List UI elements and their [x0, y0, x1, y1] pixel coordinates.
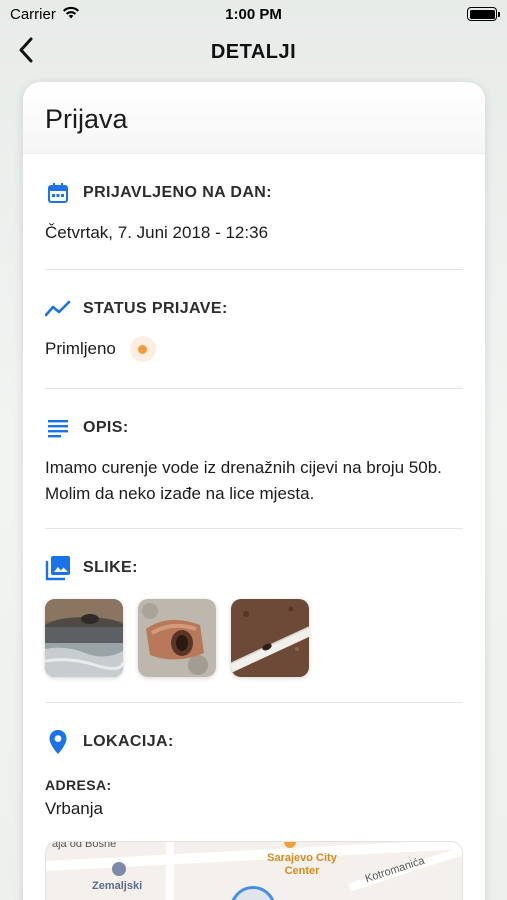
battery-icon [467, 7, 500, 21]
carrier-label: Carrier [10, 5, 56, 23]
description-section: OPIS: Imamo curenje vode iz drenažnih ci… [45, 389, 463, 529]
map-street-label-2: Kotromanića [363, 854, 427, 886]
description-value: Imamo curenje vode iz drenažnih cijevi n… [45, 458, 442, 503]
chevron-left-icon [18, 37, 34, 68]
location-map[interactable]: aja od Bosne Sarajevo City Center Kotrom… [45, 841, 463, 900]
card-header: Prijava [23, 82, 485, 154]
location-section: LOKACIJA: ADRESA: Vrbanja aja od Bosne S… [45, 703, 463, 900]
photo-thumbnail-2[interactable] [138, 599, 216, 677]
reported-date-label: PRIJAVLJENO NA DAN: [83, 184, 272, 201]
back-button[interactable] [10, 36, 42, 68]
map-poi-label: Sarajevo City Center [267, 852, 337, 877]
photo-thumbnail-1[interactable] [45, 599, 123, 677]
location-pin-icon [45, 729, 71, 755]
trending-icon [45, 296, 71, 322]
status-bar: Carrier 1:00 PM [0, 0, 507, 28]
photos-section: SLIKE: [45, 529, 463, 703]
museum-icon [112, 862, 126, 876]
photos-label: SLIKE: [83, 559, 138, 576]
text-lines-icon [45, 415, 71, 441]
status-label: STATUS PRIJAVE: [83, 300, 228, 317]
description-label: OPIS: [83, 419, 129, 436]
address-value: Vrbanja [45, 799, 103, 818]
navigation-bar: DETALJI [0, 28, 507, 76]
address-label: ADRESA: [45, 777, 112, 793]
photo-library-icon [45, 555, 71, 581]
page-title: DETALJI [210, 40, 297, 63]
status-section: STATUS PRIJAVE: Primljeno [45, 270, 463, 389]
report-card: Prijava PRIJAVLJENO NA DAN: Četvrtak, 7.… [23, 82, 485, 900]
reported-date-section: PRIJAVLJENO NA DAN: Četvrtak, 7. Juni 20… [45, 154, 463, 270]
status-indicator [129, 336, 156, 362]
card-title: Prijava [45, 104, 128, 134]
map-location-marker [230, 886, 276, 900]
calendar-icon [45, 180, 71, 206]
poi-icon [284, 842, 296, 848]
photo-thumbnail-3[interactable] [231, 599, 309, 677]
reported-date-value: Četvrtak, 7. Juni 2018 - 12:36 [45, 223, 269, 242]
location-label: LOKACIJA: [83, 733, 174, 750]
wifi-icon [62, 6, 80, 23]
map-street-label: aja od Bosne [52, 841, 117, 850]
status-value: Primljeno [45, 339, 116, 358]
map-museum-label: Zemaljski [92, 880, 143, 892]
